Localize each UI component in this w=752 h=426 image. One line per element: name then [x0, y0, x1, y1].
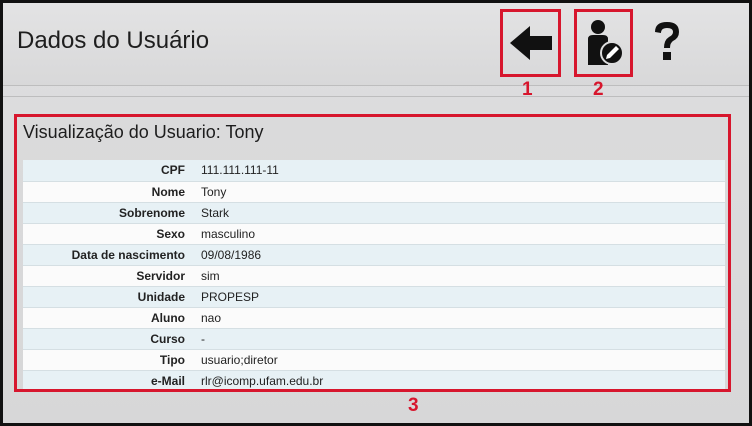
table-row: Aluno nao — [23, 307, 725, 329]
table-row: Nome Tony — [23, 181, 725, 203]
field-label: CPF — [23, 160, 193, 182]
field-value: Stark — [193, 202, 725, 224]
header-divider — [3, 85, 749, 86]
panel-title: Visualização do Usuario: Tony — [23, 122, 264, 142]
table-row: Curso - — [23, 328, 725, 350]
field-label: Unidade — [23, 286, 193, 308]
field-value: Tony — [193, 181, 725, 203]
callout-number-3: 3 — [408, 395, 419, 416]
question-mark-icon — [655, 22, 679, 60]
field-value: rlr@icomp.ufam.edu.br — [193, 370, 725, 392]
field-value: 111.111.111-11 — [193, 160, 725, 182]
field-value: masculino — [193, 223, 725, 245]
field-label: Curso — [23, 328, 193, 350]
table-row: e-Mail rlr@icomp.ufam.edu.br — [23, 370, 725, 392]
page-title: Dados do Usuário — [17, 27, 210, 54]
field-label: Servidor — [23, 265, 193, 287]
user-info-table: CPF 111.111.111-11 Nome Tony Sobrenome Stark S… — [23, 160, 725, 392]
arrow-left-icon — [509, 26, 552, 60]
callout-number-2: 2 — [593, 79, 604, 100]
field-label: Sobrenome — [23, 202, 193, 224]
field-label: Sexo — [23, 223, 193, 245]
edit-user-button[interactable] — [574, 9, 633, 77]
field-value: usuario;diretor — [193, 349, 725, 371]
header-divider-lower — [3, 96, 749, 97]
field-value: 09/08/1986 — [193, 244, 725, 266]
field-label: Nome — [23, 181, 193, 203]
field-value: nao — [193, 307, 725, 329]
table-row: CPF 111.111.111-11 — [23, 160, 725, 182]
help-button[interactable] — [643, 11, 691, 73]
field-value: sim — [193, 265, 725, 287]
field-label: e-Mail — [23, 370, 193, 392]
user-edit-icon — [587, 20, 624, 65]
table-row: Sobrenome Stark — [23, 202, 725, 224]
user-details-panel: Visualização do Usuario: Tony CPF 111.111… — [17, 117, 728, 392]
field-label: Data de nascimento — [23, 244, 193, 266]
field-value: - — [193, 328, 725, 350]
table-row: Data de nascimento 09/08/1986 — [23, 244, 725, 266]
table-row: Unidade PROPESP — [23, 286, 725, 308]
screen-frame: Dados do Usuário Visualização do Usuario… — [0, 0, 752, 426]
field-value: PROPESP — [193, 286, 725, 308]
table-row: Sexo masculino — [23, 223, 725, 245]
back-button[interactable] — [500, 9, 561, 77]
table-row: Servidor sim — [23, 265, 725, 287]
field-label: Aluno — [23, 307, 193, 329]
callout-number-1: 1 — [522, 79, 533, 100]
page-header: Dados do Usuário — [3, 3, 749, 85]
field-label: Tipo — [23, 349, 193, 371]
table-row: Tipo usuario;diretor — [23, 349, 725, 371]
